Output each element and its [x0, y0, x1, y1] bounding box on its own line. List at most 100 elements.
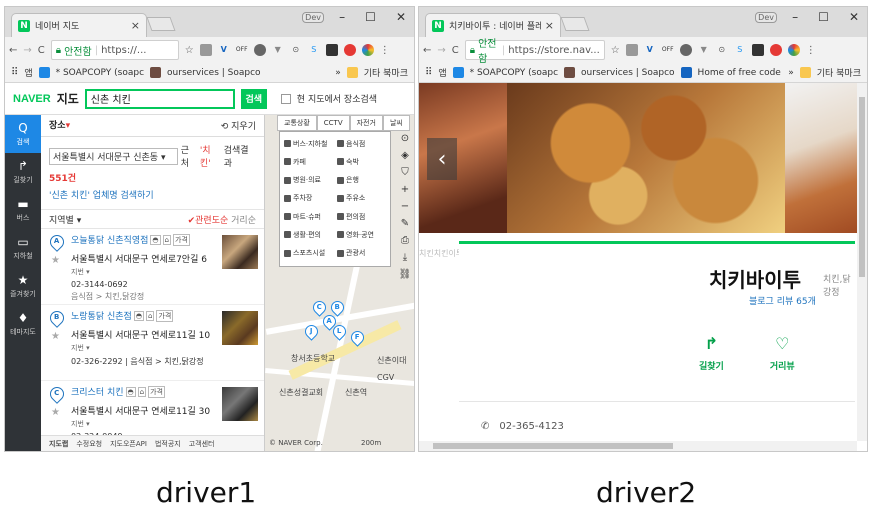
- map-canvas[interactable]: 교통상황 CCTV 자전거 날씨 버스·지하철 음식점 카페 숙박 병원·의료 …: [265, 115, 414, 451]
- map-tab-weather[interactable]: 날씨: [382, 115, 410, 131]
- back-icon[interactable]: ←: [9, 45, 17, 56]
- nav-favorites[interactable]: ★ 즐겨찾기: [5, 267, 41, 305]
- apps-icon[interactable]: ⠿: [11, 67, 18, 78]
- extension-icon[interactable]: [625, 44, 638, 56]
- back-icon[interactable]: ←: [423, 45, 431, 56]
- bookmark-apps[interactable]: 앱: [24, 66, 32, 79]
- category-item[interactable]: 은행: [337, 173, 386, 188]
- map-marker-c[interactable]: C: [310, 298, 329, 317]
- extension-off-icon[interactable]: OFF: [236, 44, 248, 56]
- user-profile-icon[interactable]: Dev: [755, 12, 777, 23]
- new-tab-button[interactable]: [146, 17, 176, 31]
- close-window-icon[interactable]: ✕: [849, 10, 859, 24]
- category-item[interactable]: 주유소: [337, 191, 386, 206]
- extension-icon[interactable]: [751, 44, 764, 56]
- bookmark-soapcopy[interactable]: * SOAPCOPY (soapc: [470, 68, 558, 78]
- save-icon[interactable]: ⤓: [403, 252, 407, 263]
- map-tab-bike[interactable]: 자전거: [349, 115, 383, 131]
- tab-close-icon[interactable]: ×: [131, 19, 140, 32]
- tab-store[interactable]: N 치키바이투 : 네이버 플레 ×: [425, 13, 561, 37]
- blog-review-link[interactable]: 블로그 리뷰 65개: [749, 294, 816, 307]
- layer-icon[interactable]: ◈: [401, 150, 409, 161]
- forward-icon[interactable]: →: [437, 45, 445, 56]
- bookmark-star-icon[interactable]: ☆: [611, 45, 620, 56]
- result-item[interactable]: B ★ 노랑통닭 신촌점 ◓ ⌂ 가격 서울특별시 서대문구 연세로11길 10 지번…: [41, 305, 264, 381]
- result-thumbnail[interactable]: [222, 387, 258, 421]
- other-bookmarks[interactable]: 기타 북마크: [817, 66, 861, 79]
- locate-icon[interactable]: ⊙: [401, 133, 409, 144]
- star-icon[interactable]: ★: [51, 255, 60, 266]
- star-icon[interactable]: ★: [51, 331, 60, 342]
- new-tab-button[interactable]: [560, 17, 590, 31]
- search-button[interactable]: 검색: [240, 88, 267, 109]
- nav-search[interactable]: Q 검색: [5, 115, 41, 153]
- price-badge[interactable]: 가격: [172, 233, 190, 246]
- user-profile-icon[interactable]: Dev: [302, 12, 324, 23]
- category-item[interactable]: 생활·편의: [284, 227, 333, 242]
- footer-link[interactable]: 지도랩: [49, 439, 68, 449]
- extension-icon[interactable]: ⊙: [290, 44, 302, 56]
- price-badge[interactable]: 가격: [156, 309, 174, 322]
- naver-logo[interactable]: NAVER: [13, 93, 51, 105]
- business-name-search-link[interactable]: '신촌 치킨' 업체명 검색하기: [49, 188, 256, 201]
- print-icon[interactable]: ⎙: [401, 235, 409, 246]
- extension-v-icon[interactable]: V: [644, 44, 656, 56]
- clear-button[interactable]: ⟲ 지우기: [221, 119, 256, 132]
- extension-color-icon[interactable]: [361, 44, 374, 56]
- directions-button[interactable]: ↱ 길찾기: [699, 334, 724, 372]
- result-name[interactable]: 노랑통닭 신촌점: [71, 309, 132, 322]
- footer-link[interactable]: 법적공지: [155, 439, 181, 449]
- extension-icon[interactable]: [253, 44, 266, 56]
- street-view-button[interactable]: ♡ 거리뷰: [770, 334, 795, 372]
- category-item[interactable]: 주차장: [284, 191, 333, 206]
- extension-icon[interactable]: [343, 44, 356, 56]
- footer-link[interactable]: 수정요청: [76, 439, 102, 449]
- footer-link[interactable]: 고객센터: [189, 439, 215, 449]
- star-icon[interactable]: ★: [51, 407, 60, 418]
- menu-kebab-icon[interactable]: ⋮: [380, 45, 390, 56]
- extension-filter-icon[interactable]: ▼: [698, 44, 710, 56]
- category-item[interactable]: 숙박: [337, 154, 386, 169]
- bookmark-free-code[interactable]: Home of free code: [698, 68, 781, 78]
- region-select[interactable]: 서울특별시 서대문구 신촌동 ▾: [49, 147, 178, 165]
- other-bookmarks[interactable]: 기타 북마크: [364, 66, 408, 79]
- extension-off-icon[interactable]: OFF: [662, 44, 674, 56]
- extension-icon[interactable]: ⊙: [716, 44, 728, 56]
- tab-close-icon[interactable]: ×: [545, 19, 554, 32]
- nav-subway[interactable]: ▭ 지하철: [5, 229, 41, 267]
- store-phone[interactable]: 02-365-4123: [499, 421, 563, 432]
- extension-icon[interactable]: [769, 44, 782, 56]
- extension-filter-icon[interactable]: ▼: [272, 44, 284, 56]
- result-name[interactable]: 오늘통닭 신촌직영점: [71, 233, 148, 246]
- minimize-icon[interactable]: –: [792, 10, 798, 24]
- category-item[interactable]: 병원·의료: [284, 173, 333, 188]
- extension-v-icon[interactable]: V: [218, 44, 230, 56]
- map-tab-cctv[interactable]: CCTV: [316, 115, 350, 131]
- minimize-icon[interactable]: –: [339, 10, 345, 24]
- url-field[interactable]: 🔒︎ 안전함 | https://store.nav...: [464, 39, 605, 65]
- price-badge[interactable]: 가격: [148, 385, 165, 398]
- tab-place[interactable]: 장소▾: [49, 118, 71, 133]
- category-item[interactable]: 마트·슈퍼: [284, 209, 333, 224]
- vertical-scrollbar[interactable]: [857, 83, 867, 441]
- result-thumbnail[interactable]: [222, 235, 258, 269]
- sort-relevance[interactable]: ✔관련도순: [188, 216, 229, 226]
- reload-icon[interactable]: C: [38, 45, 45, 56]
- region-filter[interactable]: 지역별 ▾: [49, 213, 81, 226]
- category-item[interactable]: 영화·공연: [337, 227, 386, 242]
- result-item[interactable]: A ★ 오늘통닭 신촌직영점 ◓ ⌂ 가격 서울특별시 서대문구 연세로7안길 6 지…: [41, 229, 264, 305]
- share-icon[interactable]: ⛓: [399, 269, 412, 280]
- horizontal-scrollbar[interactable]: [419, 441, 857, 451]
- apps-icon[interactable]: ⠿: [425, 67, 432, 78]
- maximize-icon[interactable]: ☐: [818, 10, 829, 24]
- url-field[interactable]: 🔒︎ 안전함 | https://...: [50, 40, 179, 60]
- forward-icon[interactable]: →: [23, 45, 31, 56]
- result-name[interactable]: 크리스터 치킨: [71, 385, 124, 398]
- bookmark-ourservices[interactable]: ourservices | Soapco: [581, 68, 675, 78]
- scroll-thumb[interactable]: [859, 97, 865, 277]
- store-photo-carousel[interactable]: ‹: [419, 83, 867, 233]
- bookmark-more[interactable]: »: [788, 68, 794, 78]
- bookmark-soapcopy[interactable]: * SOAPCOPY (soapc: [56, 68, 144, 78]
- reload-icon[interactable]: C: [452, 45, 459, 56]
- extension-icon[interactable]: [679, 44, 692, 56]
